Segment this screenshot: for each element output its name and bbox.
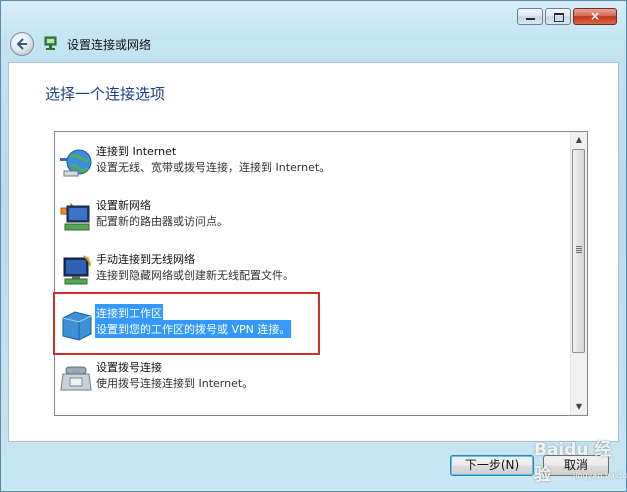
next-button[interactable]: 下一步(N)	[450, 455, 534, 476]
back-arrow-icon	[16, 38, 27, 50]
router-icon	[60, 202, 90, 231]
scroll-thumb[interactable]	[572, 149, 585, 353]
maximize-icon	[554, 13, 564, 22]
phone-modem-icon	[60, 366, 92, 391]
dialog-window: × 设置连接或网络 选择一个连接选项 连接到 Internet 设置无线、宽带或…	[0, 0, 627, 492]
annotation-highlight-box	[53, 292, 320, 355]
list-item-connect-internet[interactable]: 连接到 Internet 设置无线、宽带或拨号连接，连接到 Internet。	[58, 141, 568, 191]
watermark-url: jingyan.baidu.com	[573, 471, 627, 480]
wireless-monitor-icon	[63, 255, 91, 285]
globe-network-icon	[60, 149, 92, 177]
minimize-button[interactable]	[517, 8, 543, 25]
content-panel: 选择一个连接选项 连接到 Internet 设置无线、宽带或拨号连接，连接到 I…	[8, 62, 619, 442]
grip-icon	[576, 246, 582, 253]
option-description: 配置新的路由器或访问点。	[96, 215, 228, 228]
scroll-up-icon[interactable]: ▲	[571, 132, 587, 148]
option-description: 连接到隐藏网络或创建新无线配置文件。	[96, 269, 294, 282]
maximize-button[interactable]	[545, 8, 571, 25]
window-controls: ×	[517, 8, 617, 25]
back-button[interactable]	[10, 32, 34, 56]
close-button[interactable]: ×	[573, 8, 617, 25]
option-description: 使用拨号连接连接到 Internet。	[96, 377, 254, 390]
minimize-icon	[526, 18, 535, 20]
list-item-new-network[interactable]: 设置新网络 配置新的路由器或访问点。	[58, 195, 568, 245]
list-item-dialup[interactable]: 设置拨号连接 使用拨号连接连接到 Internet。	[58, 357, 568, 407]
page-heading: 选择一个连接选项	[45, 85, 166, 103]
window-title: 设置连接或网络	[67, 38, 152, 52]
vertical-scrollbar[interactable]: ▲ ▼	[570, 132, 587, 415]
connection-options-list[interactable]: 连接到 Internet 设置无线、宽带或拨号连接，连接到 Internet。 …	[54, 131, 588, 416]
scroll-down-icon[interactable]: ▼	[571, 399, 587, 415]
network-wizard-icon	[44, 36, 57, 50]
option-description: 设置无线、宽带或拨号连接，连接到 Internet。	[96, 161, 331, 174]
close-icon: ×	[589, 9, 601, 23]
